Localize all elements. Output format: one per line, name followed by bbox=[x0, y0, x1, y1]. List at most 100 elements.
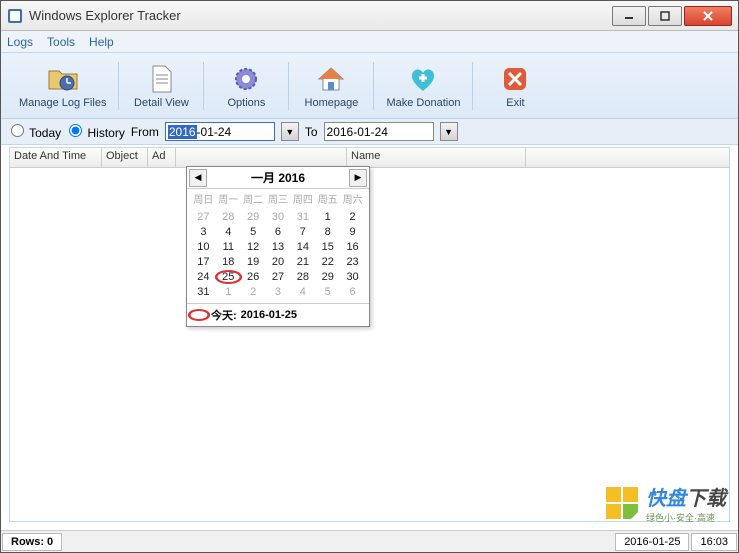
calendar-day[interactable]: 30 bbox=[266, 210, 291, 224]
maximize-button[interactable] bbox=[648, 6, 682, 26]
calendar-day[interactable]: 14 bbox=[290, 240, 315, 254]
calendar-day[interactable]: 30 bbox=[340, 270, 365, 284]
watermark-logo-icon bbox=[604, 485, 640, 521]
status-rows: Rows: 0 bbox=[2, 533, 62, 551]
calendar-day[interactable]: 31 bbox=[191, 285, 216, 299]
filter-bar: Today History From 2016-01-24 ▼ To 2016-… bbox=[1, 119, 738, 145]
calendar-grid: 2728293031123456789101112131415161718192… bbox=[187, 208, 369, 303]
titlebar: Windows Explorer Tracker bbox=[1, 1, 738, 31]
calendar-day[interactable]: 12 bbox=[241, 240, 266, 254]
toolbar-separator bbox=[118, 62, 119, 110]
toolbar-separator bbox=[472, 62, 473, 110]
today-radio[interactable]: Today bbox=[9, 124, 61, 140]
calendar-day[interactable]: 17 bbox=[191, 255, 216, 269]
calendar-day[interactable]: 18 bbox=[216, 255, 241, 269]
homepage-button[interactable]: Homepage bbox=[291, 57, 371, 115]
calendar-day[interactable]: 24 bbox=[191, 270, 216, 284]
col-date-time[interactable]: Date And Time bbox=[10, 148, 102, 167]
toolbar-label: Homepage bbox=[305, 97, 359, 109]
exit-icon bbox=[499, 63, 531, 95]
calendar-day[interactable]: 29 bbox=[241, 210, 266, 224]
to-date-input[interactable]: 2016-01-24 bbox=[324, 122, 434, 141]
status-time: 16:03 bbox=[691, 533, 737, 551]
window-title: Windows Explorer Tracker bbox=[29, 8, 610, 23]
toolbar-label: Manage Log Files bbox=[19, 97, 106, 109]
col-name[interactable]: Name bbox=[346, 148, 526, 167]
calendar-day[interactable]: 9 bbox=[340, 225, 365, 239]
today-circle-icon bbox=[188, 309, 210, 321]
minimize-button[interactable] bbox=[612, 6, 646, 26]
calendar-day[interactable]: 27 bbox=[266, 270, 291, 284]
detail-view-button[interactable]: Detail View bbox=[121, 57, 201, 115]
calendar-day[interactable]: 1 bbox=[216, 285, 241, 299]
home-icon bbox=[315, 63, 347, 95]
calendar-day[interactable]: 3 bbox=[266, 285, 291, 299]
calendar-day[interactable]: 4 bbox=[216, 225, 241, 239]
calendar-day[interactable]: 23 bbox=[340, 255, 365, 269]
calendar-day[interactable]: 5 bbox=[315, 285, 340, 299]
menu-tools[interactable]: Tools bbox=[47, 35, 75, 49]
calendar-day[interactable]: 15 bbox=[315, 240, 340, 254]
make-donation-button[interactable]: Make Donation bbox=[376, 57, 470, 115]
toolbar-separator bbox=[288, 62, 289, 110]
status-bar: Rows: 0 2016-01-25 16:03 bbox=[1, 530, 738, 552]
column-headers: Date And Time Object Ad Name bbox=[10, 148, 729, 168]
to-label: To bbox=[305, 125, 318, 139]
toolbar: Manage Log Files Detail View Options Hom… bbox=[1, 53, 738, 119]
calendar-day[interactable]: 21 bbox=[290, 255, 315, 269]
calendar-title[interactable]: 一月 2016 bbox=[251, 169, 305, 186]
calendar-day[interactable]: 31 bbox=[290, 210, 315, 224]
gear-icon bbox=[230, 63, 262, 95]
calendar-day[interactable]: 11 bbox=[216, 240, 241, 254]
calendar-day[interactable]: 13 bbox=[266, 240, 291, 254]
calendar-day[interactable]: 22 bbox=[315, 255, 340, 269]
calendar-day[interactable]: 27 bbox=[191, 210, 216, 224]
calendar-weekday-row: 周日周一周二周三周四周五周六 bbox=[187, 189, 369, 208]
calendar-day[interactable]: 5 bbox=[241, 225, 266, 239]
manage-log-files-button[interactable]: Manage Log Files bbox=[9, 57, 116, 115]
to-date-dropdown[interactable]: ▼ bbox=[440, 122, 458, 141]
calendar-day[interactable]: 7 bbox=[290, 225, 315, 239]
from-date-input[interactable]: 2016-01-24 bbox=[165, 122, 275, 141]
calendar-day[interactable]: 26 bbox=[241, 270, 266, 284]
calendar-day[interactable]: 10 bbox=[191, 240, 216, 254]
calendar-day[interactable]: 4 bbox=[290, 285, 315, 299]
options-button[interactable]: Options bbox=[206, 57, 286, 115]
app-icon bbox=[7, 8, 23, 24]
toolbar-label: Detail View bbox=[134, 97, 189, 109]
calendar-next-month[interactable]: ▶ bbox=[349, 169, 367, 187]
menu-help[interactable]: Help bbox=[89, 35, 114, 49]
calendar-day[interactable]: 2 bbox=[340, 210, 365, 224]
calendar-day[interactable]: 28 bbox=[290, 270, 315, 284]
calendar-day[interactable]: 16 bbox=[340, 240, 365, 254]
status-date: 2016-01-25 bbox=[615, 533, 689, 551]
calendar-day[interactable]: 2 bbox=[241, 285, 266, 299]
toolbar-label: Options bbox=[227, 97, 265, 109]
calendar-day[interactable]: 19 bbox=[241, 255, 266, 269]
close-button[interactable] bbox=[684, 6, 732, 26]
folder-clock-icon bbox=[47, 63, 79, 95]
calendar-day[interactable]: 20 bbox=[266, 255, 291, 269]
date-picker-popup: ◀ 一月 2016 ▶ 周日周一周二周三周四周五周六 2728293031123… bbox=[186, 166, 370, 327]
calendar-day[interactable]: 6 bbox=[340, 285, 365, 299]
calendar-day[interactable]: 6 bbox=[266, 225, 291, 239]
watermark: 快盘下载 绿色小·安全·高速 bbox=[604, 482, 726, 524]
calendar-day[interactable]: 1 bbox=[315, 210, 340, 224]
col-action[interactable]: Ad bbox=[148, 148, 176, 167]
calendar-day[interactable]: 25 bbox=[216, 270, 241, 284]
calendar-day[interactable]: 3 bbox=[191, 225, 216, 239]
calendar-prev-month[interactable]: ◀ bbox=[189, 169, 207, 187]
calendar-day[interactable]: 8 bbox=[315, 225, 340, 239]
col-object[interactable]: Object bbox=[102, 148, 148, 167]
calendar-day[interactable]: 28 bbox=[216, 210, 241, 224]
calendar-day[interactable]: 29 bbox=[315, 270, 340, 284]
toolbar-label: Exit bbox=[506, 97, 524, 109]
watermark-brand: 快盘下载 bbox=[646, 482, 726, 511]
menu-logs[interactable]: Logs bbox=[7, 35, 33, 49]
calendar-today-link[interactable]: 今天: 2016-01-25 bbox=[187, 303, 369, 326]
from-date-dropdown[interactable]: ▼ bbox=[281, 122, 299, 141]
history-radio[interactable]: History bbox=[67, 124, 125, 140]
toolbar-label: Make Donation bbox=[386, 97, 460, 109]
exit-button[interactable]: Exit bbox=[475, 57, 555, 115]
heart-plus-icon bbox=[407, 63, 439, 95]
